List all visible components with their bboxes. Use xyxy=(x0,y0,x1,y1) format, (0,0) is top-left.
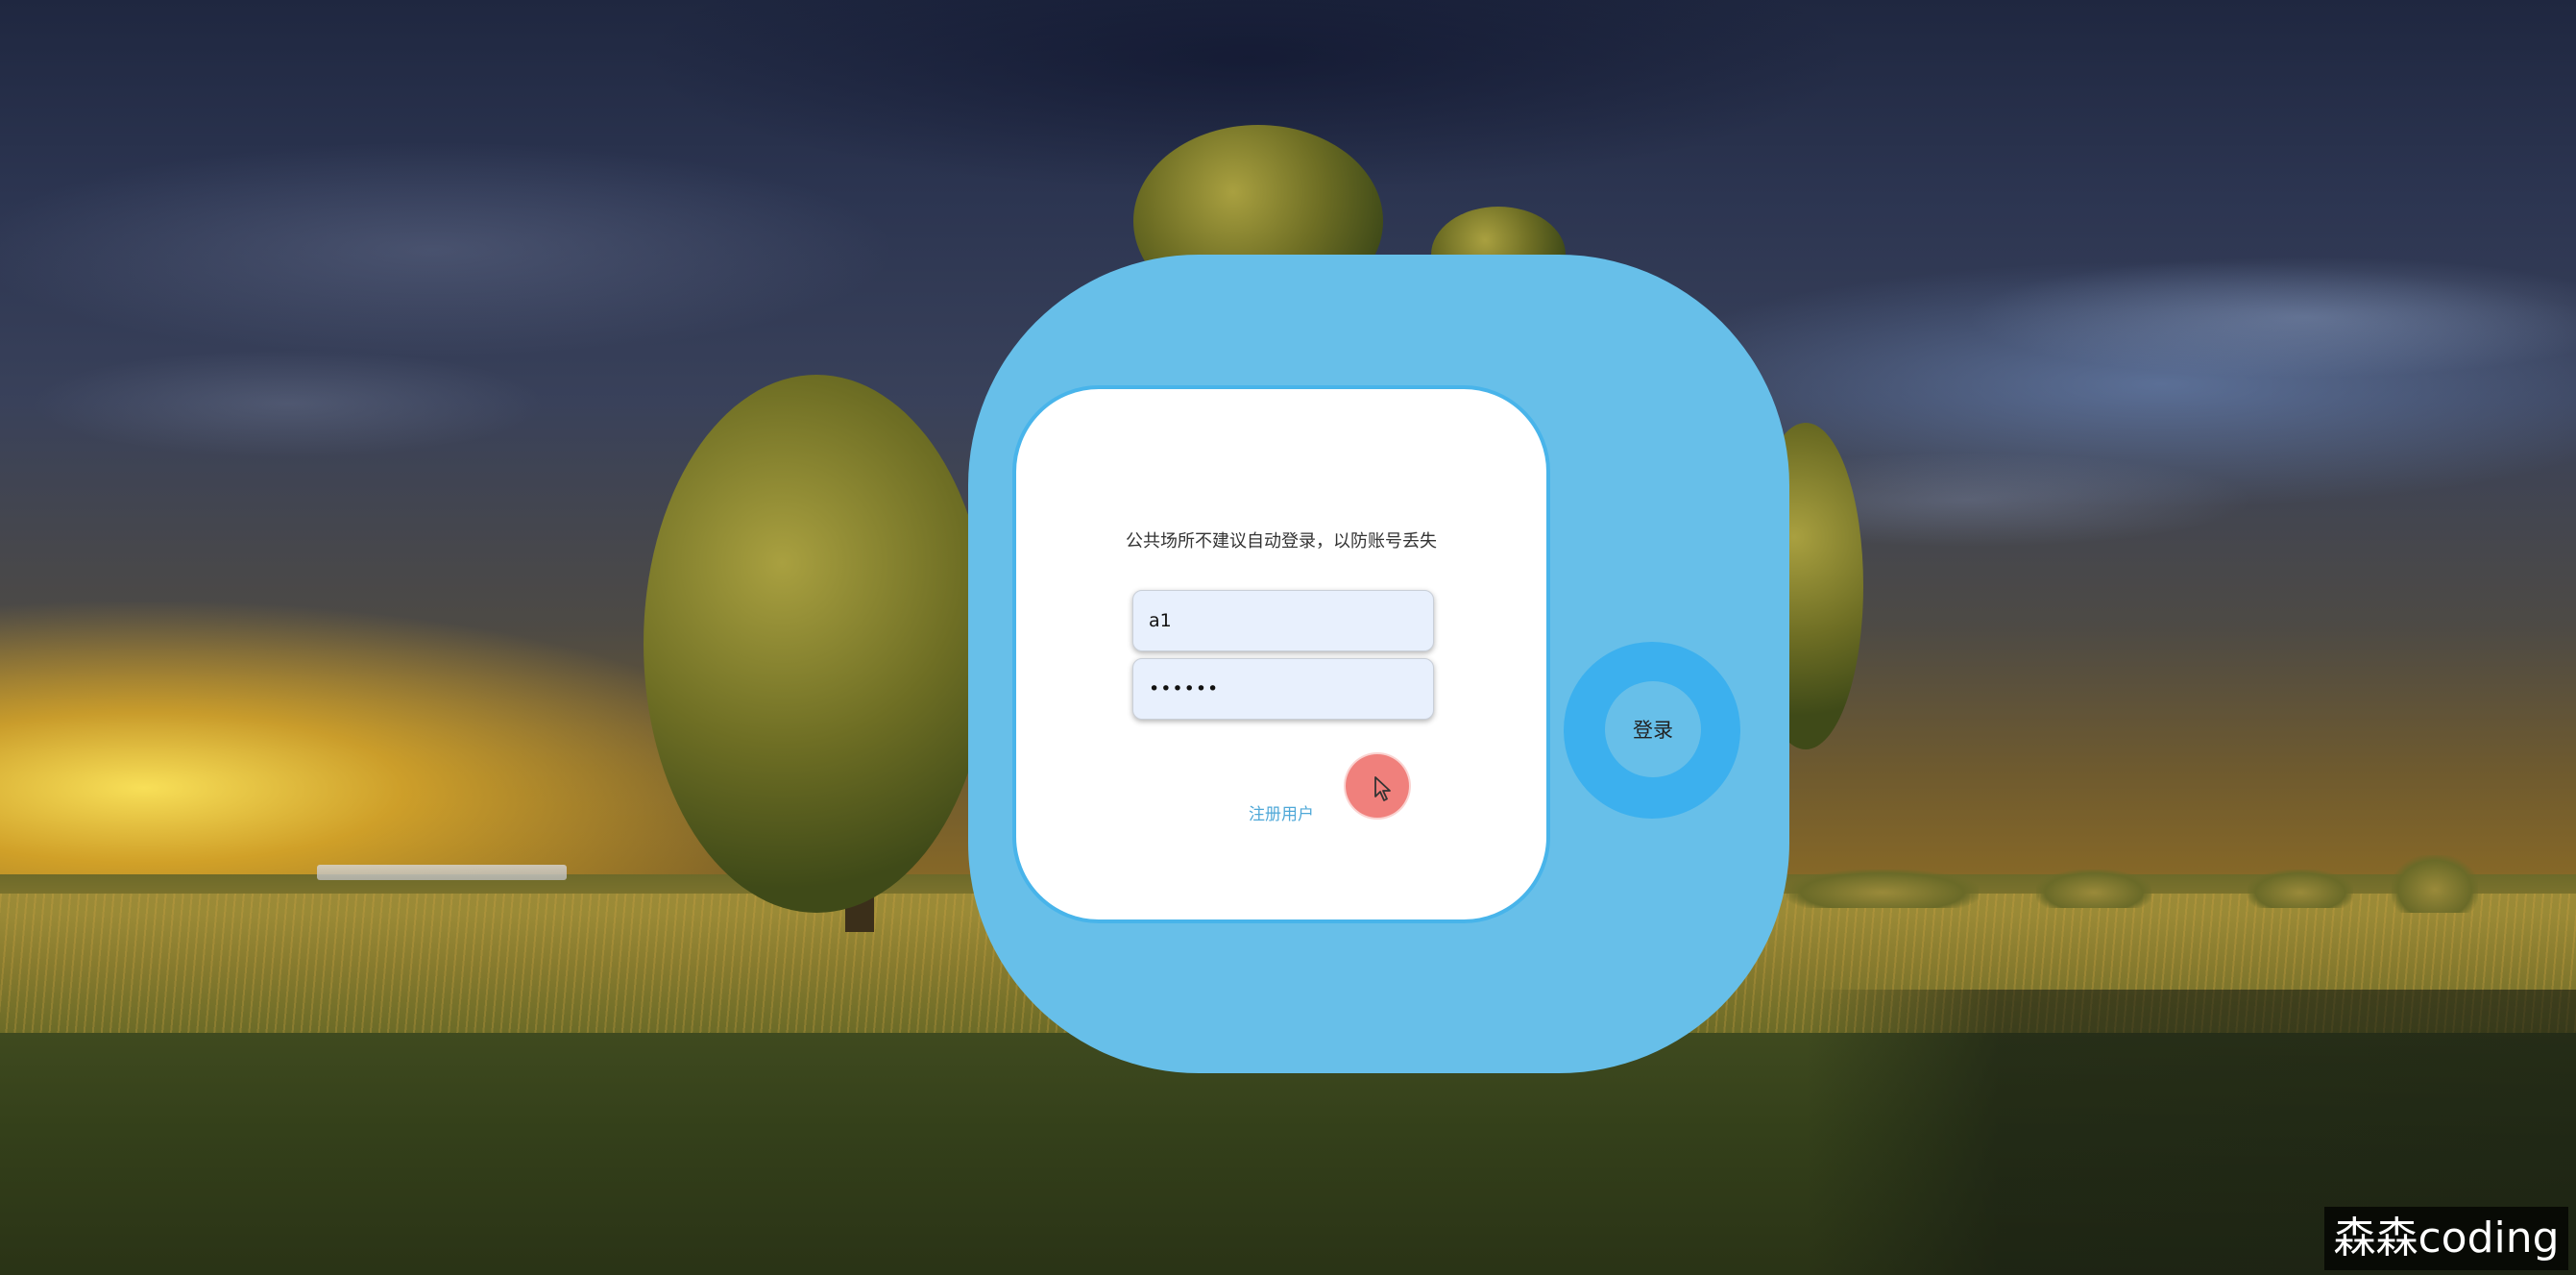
background-farm-buildings xyxy=(317,865,567,880)
background-distant-trees xyxy=(2036,870,2151,908)
background-tree-crown xyxy=(644,375,989,913)
username-input[interactable] xyxy=(1132,590,1434,651)
login-card: 公共场所不建议自动登录，以防账号丢失 注册用户 xyxy=(1012,385,1550,923)
click-indicator xyxy=(1346,754,1409,818)
cursor-arrow-icon xyxy=(1374,776,1391,801)
background-distant-trees xyxy=(1786,870,1979,908)
background-distant-trees xyxy=(2248,870,2353,908)
watermark: 森森coding xyxy=(2324,1207,2568,1270)
login-button[interactable]: 登录 xyxy=(1605,681,1701,777)
register-user-link[interactable]: 注册用户 xyxy=(1249,800,1314,824)
login-notice: 公共场所不建议自动登录，以防账号丢失 xyxy=(1126,531,1437,552)
background-distant-trees xyxy=(2392,855,2478,913)
login-page: 公共场所不建议自动登录，以防账号丢失 注册用户 登录 森森coding xyxy=(0,0,2576,1275)
password-input[interactable] xyxy=(1132,658,1434,720)
